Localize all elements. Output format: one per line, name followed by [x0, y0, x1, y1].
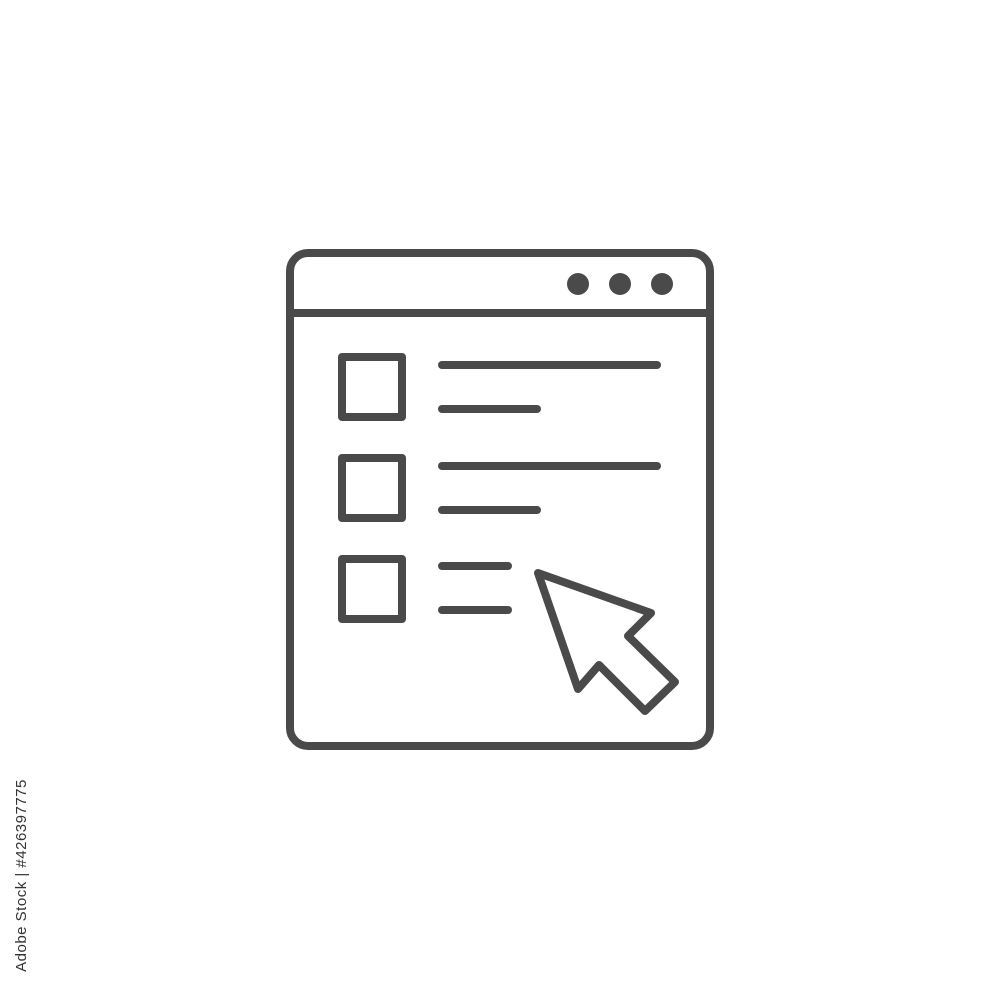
arrow-cursor-icon: [534, 569, 679, 715]
checkbox-icon: [338, 454, 406, 522]
window-dot-icon: [567, 273, 589, 295]
window-dot-icon: [609, 273, 631, 295]
window-frame: [286, 249, 714, 750]
checkbox-icon: [338, 555, 406, 623]
watermark-id-text: Adobe Stock | #426397775: [12, 778, 30, 972]
checklist-window-icon: [286, 249, 714, 750]
checkbox-icon: [338, 353, 406, 421]
window-dot-icon: [651, 273, 673, 295]
watermark-id: Adobe Stock | #426397775: [8, 765, 34, 985]
